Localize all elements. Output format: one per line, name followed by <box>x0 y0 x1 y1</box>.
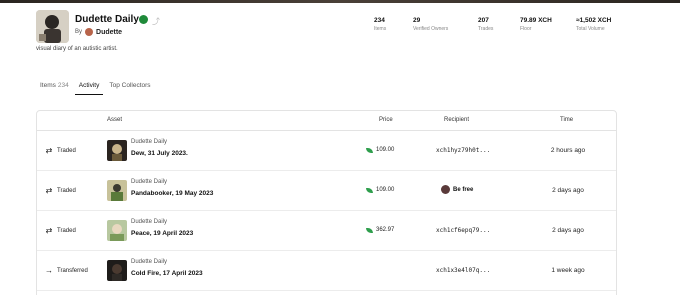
stat-label: Trades <box>478 26 494 32</box>
stat-label: Verified Owners <box>413 26 449 32</box>
stat-value: ≈1,502 XCH <box>576 17 612 24</box>
event-type: ⇄ Traded <box>45 226 76 235</box>
stat-floor: 79.89 XCH Floor <box>520 17 552 32</box>
tab-top-collectors[interactable]: Top Collectors <box>105 80 154 95</box>
arrow-right-icon: → <box>45 266 53 275</box>
tab-label: Top Collectors <box>109 82 151 89</box>
event-label: Transferred <box>57 267 88 274</box>
recipient-address[interactable]: xch1hyz79h0t... <box>436 147 490 154</box>
recipient-user[interactable]: Be free <box>441 185 473 194</box>
event-time: 2 days ago <box>552 227 584 234</box>
asset-collection: Dudette Daily <box>131 139 168 145</box>
swap-icon: ⇄ <box>45 186 53 195</box>
asset-thumbnail[interactable] <box>107 220 127 241</box>
price-value: 362.97 <box>376 227 395 233</box>
recipient-address[interactable]: xch1cf6epq79... <box>436 227 490 234</box>
event-type: ⇄ Traded <box>45 146 76 155</box>
header-asset: Asset <box>107 117 123 123</box>
collection-description: visual diary of an autistic artist. <box>36 46 118 52</box>
asset-thumbnail[interactable] <box>107 260 127 281</box>
verified-icon <box>139 15 148 24</box>
asset-collection: Dudette Daily <box>131 179 168 185</box>
asset-collection: Dudette Daily <box>131 259 168 265</box>
tab-label: Items <box>40 82 56 89</box>
recipient-address[interactable]: xch1x3e4l07q... <box>436 267 490 274</box>
swap-icon: ⇄ <box>45 146 53 155</box>
stat-value: 79.89 XCH <box>520 17 552 24</box>
activity-table: Asset Price Recipient Time ⇄ Traded Dude… <box>36 110 617 295</box>
stat-items: 234 Items <box>374 17 386 32</box>
asset-name[interactable]: Dew, 31 July 2023. <box>131 150 188 157</box>
stat-value: 207 <box>478 17 489 24</box>
table-row[interactable]: ⇄ Traded Dudette Daily Dew, 31 July 2023… <box>37 131 616 171</box>
event-label: Traded <box>57 187 76 194</box>
event-type: → Transferred <box>45 266 88 275</box>
collection-tabs: Items 234 Activity Top Collectors <box>36 80 157 95</box>
creator-link[interactable]: Dudette <box>96 29 122 36</box>
asset-collection: Dudette Daily <box>131 219 168 225</box>
table-header: Asset Price Recipient Time <box>37 111 616 131</box>
stat-label: Floor <box>520 26 532 32</box>
event-time: 2 days ago <box>552 187 584 194</box>
tab-items[interactable]: Items 234 <box>36 80 73 95</box>
event-time: 1 week ago <box>551 267 585 274</box>
asset-thumbnail[interactable] <box>107 180 127 201</box>
stat-value: 234 <box>374 17 385 24</box>
header-price: Price <box>379 117 393 123</box>
collection-stats: 234 Items 29 Verified Owners 207 Trades … <box>366 17 648 47</box>
collection-avatar <box>36 10 69 43</box>
stat-value: 29 <box>413 17 421 24</box>
header-recipient: Recipient <box>444 117 470 123</box>
stat-label: Total Volume <box>576 26 605 32</box>
price: 109.00 <box>366 147 394 153</box>
price: 362.97 <box>366 227 394 233</box>
collection-title: Dudette Daily <box>75 14 139 25</box>
header-time: Time <box>560 117 574 123</box>
stat-total-volume: ≈1,502 XCH Total Volume <box>576 17 611 32</box>
tab-label: Activity <box>78 82 100 89</box>
by-label: By <box>75 29 83 35</box>
stat-trades: 207 Trades <box>478 17 493 32</box>
share-icon[interactable]: ⤴ <box>152 16 160 27</box>
table-row[interactable]: ⇄ Traded Dudette Daily Peace, 19 April 2… <box>37 211 616 251</box>
price-value: 109.00 <box>376 147 395 153</box>
recipient-name: Be free <box>453 186 474 193</box>
price-value: 109.00 <box>376 187 395 193</box>
asset-thumbnail[interactable] <box>107 140 127 161</box>
user-avatar <box>441 185 450 194</box>
asset-name[interactable]: Cold Fire, 17 April 2023 <box>131 270 203 277</box>
creator-byline: By Dudette <box>75 28 122 36</box>
event-time: 2 hours ago <box>550 147 586 154</box>
tab-count: 234 <box>57 82 69 89</box>
stat-verified-owners: 29 Verified Owners <box>413 17 448 32</box>
price: 109.00 <box>366 187 394 193</box>
asset-name[interactable]: Pandabooker, 19 May 2023 <box>131 190 213 197</box>
xch-icon <box>366 147 373 153</box>
event-label: Traded <box>57 147 76 154</box>
collection-header: Dudette Daily ⤴ By Dudette 234 Items 29 … <box>36 10 646 50</box>
table-row[interactable]: ⇄ Traded Dudette Daily Pandabooker, 19 M… <box>37 171 616 211</box>
tab-activity[interactable]: Activity <box>74 80 104 95</box>
stat-label: Items <box>374 26 387 32</box>
top-banner-strip <box>0 0 680 3</box>
swap-icon: ⇄ <box>45 226 53 235</box>
xch-icon <box>366 227 373 233</box>
xch-icon <box>366 187 373 193</box>
table-row[interactable]: → Transferred Dudette Daily Cold Fire, 1… <box>37 251 616 291</box>
creator-avatar[interactable] <box>85 28 94 36</box>
event-label: Traded <box>57 227 76 234</box>
asset-name[interactable]: Peace, 19 April 2023 <box>131 230 193 237</box>
event-type: ⇄ Traded <box>45 186 76 195</box>
